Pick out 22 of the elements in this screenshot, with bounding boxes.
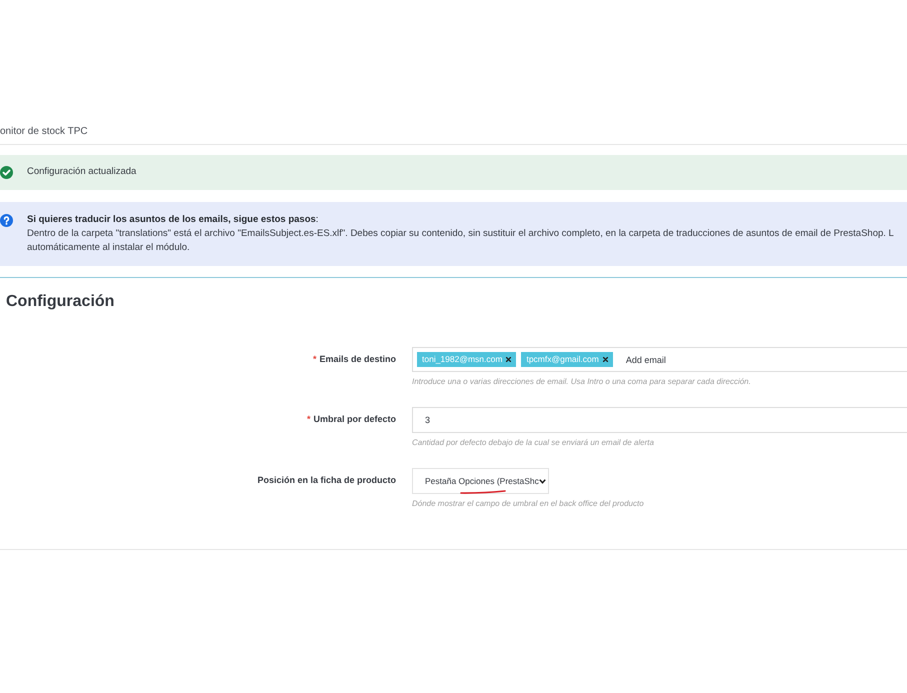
success-message: Configuración actualizada: [27, 165, 136, 180]
close-icon[interactable]: [602, 357, 608, 362]
add-email-input[interactable]: Add email: [626, 352, 786, 366]
threshold-input[interactable]: 3: [412, 407, 907, 433]
info-title: Si quieres traducir los asuntos de los emails, sigue estos pasos:: [27, 213, 320, 227]
position-select[interactable]: Pestaña Opciones (PrestaShc: [412, 468, 549, 494]
close-icon[interactable]: [506, 357, 512, 362]
check-circle-icon: [0, 166, 13, 179]
panel-title: Configuración: [5, 292, 116, 312]
field-label: Posición en la ficha de producto: [257, 474, 396, 488]
help-icon: [0, 214, 13, 227]
help-text: Dónde mostrar el campo de umbral en el back office del producto: [412, 499, 645, 509]
chevron-down-icon: [538, 478, 546, 484]
info-text: automáticamente al instalar el módulo.: [27, 241, 191, 255]
field-label: * Emails de destino: [312, 352, 396, 366]
tag-label: toni_1982@msn.com: [422, 353, 502, 366]
page-title: onitor de stock TPC: [0, 126, 89, 138]
help-text: Introduce una o varias direcciones de email. Usa Intro o una coma para separar cada dirección.: [412, 377, 752, 387]
help-text: Cantidad por defecto debajo de la cual se enviará un email de alerta: [412, 438, 655, 448]
tag-label: tpcmfx@gmail.com: [526, 353, 599, 366]
field-label: * Umbral por defecto: [306, 413, 396, 426]
info-text: Dentro de la carpeta "translations" está el archivo "EmailsSubject.es-ES.xlf". Debes copiar su contenido, sin sustituir el archivo completo, en la carpeta de traducciones de asuntos de email de PrestaShop. L: [27, 227, 894, 241]
